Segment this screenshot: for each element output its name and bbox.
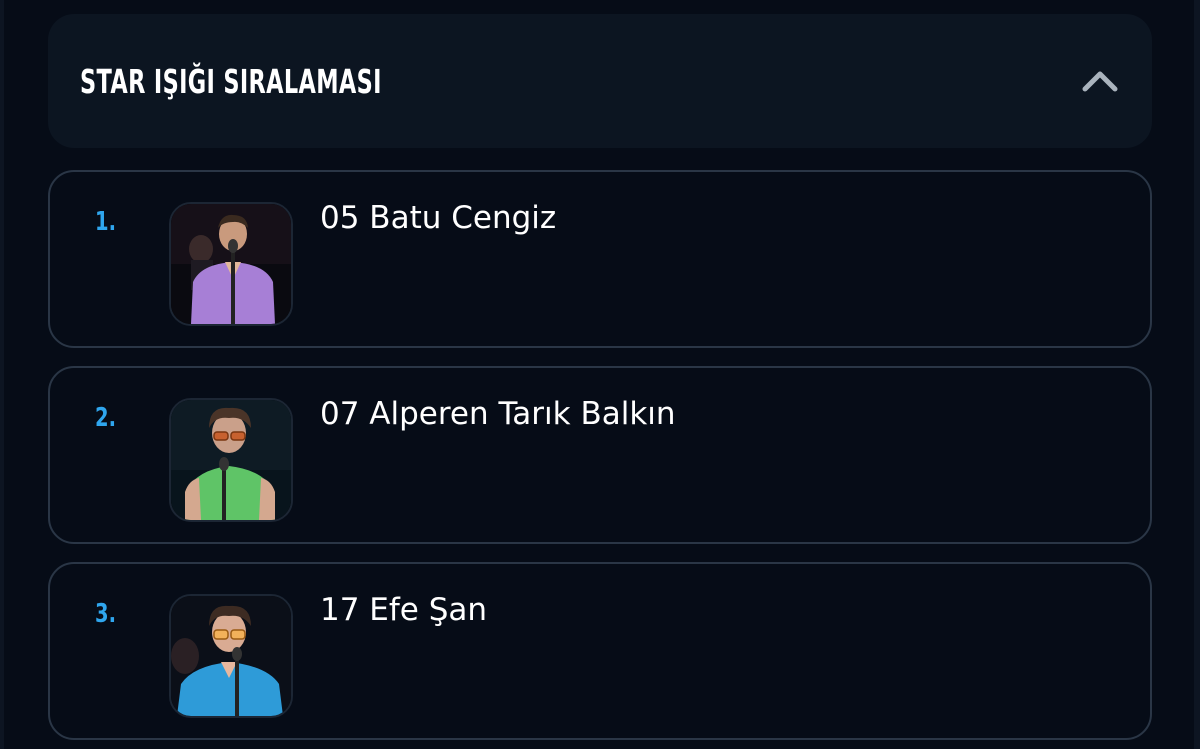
page: STAR IŞIĞI SIRALAMASI 1. 05 Batu Cengiz …: [0, 0, 1200, 749]
contestant-name: 05 Batu Cengiz: [320, 200, 557, 236]
ranking-header[interactable]: STAR IŞIĞI SIRALAMASI: [48, 14, 1152, 148]
right-edge: [1194, 0, 1200, 749]
rank-number: 2.: [95, 403, 116, 433]
rank-number: 1.: [95, 207, 116, 237]
rank-number: 3.: [95, 599, 116, 629]
contestant-photo: [169, 594, 293, 718]
ranking-item[interactable]: 1. 05 Batu Cengiz: [48, 170, 1152, 348]
contestant-photo: [169, 398, 293, 522]
contestant-photo: [169, 202, 293, 326]
contestant-name: 07 Alperen Tarık Balkın: [320, 396, 676, 432]
ranking-item[interactable]: 2. 07 Alperen Tarık Balkın: [48, 366, 1152, 544]
ranking-title: STAR IŞIĞI SIRALAMASI: [80, 62, 382, 101]
ranking-item[interactable]: 3. 17 Efe Şan: [48, 562, 1152, 740]
chevron-up-icon[interactable]: [1076, 62, 1124, 102]
left-edge: [0, 0, 4, 749]
contestant-name: 17 Efe Şan: [320, 592, 488, 628]
